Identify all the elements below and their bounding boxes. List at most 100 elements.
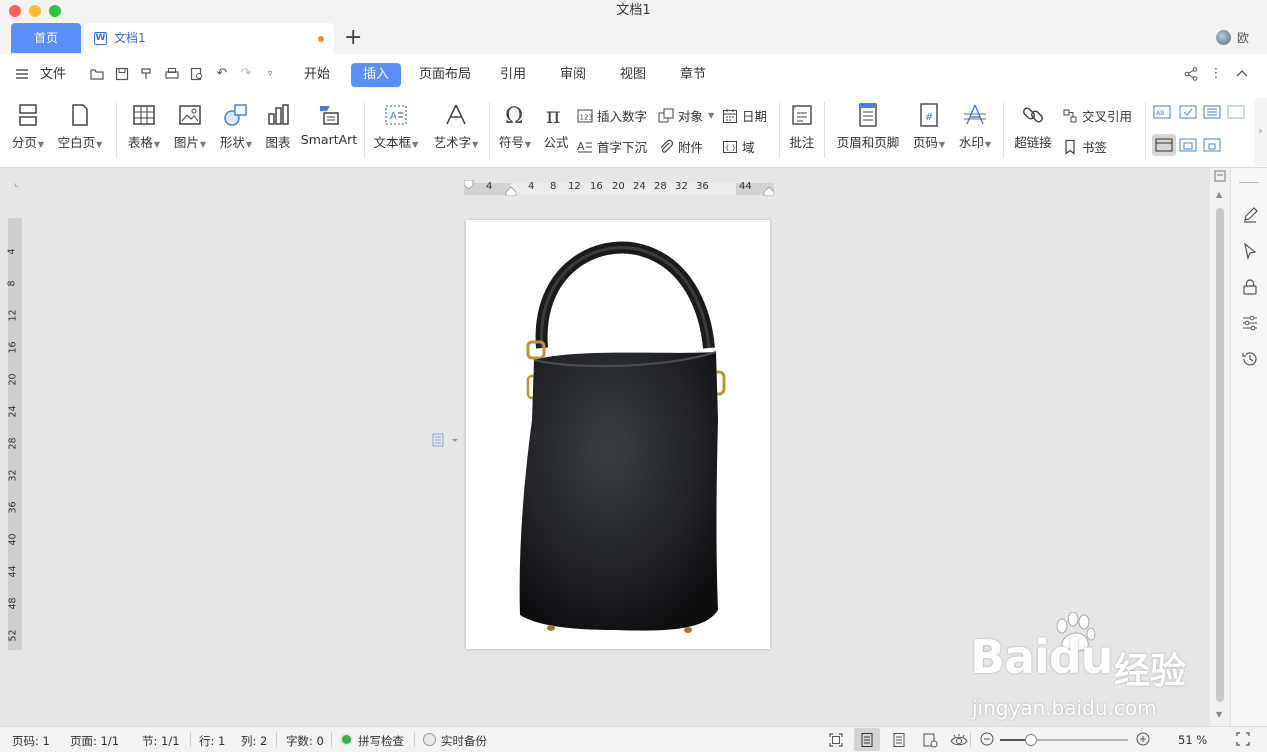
collapse-ribbon-icon[interactable] (1234, 66, 1250, 82)
ruler-tick: 24 (7, 405, 19, 418)
new-tab-button[interactable]: + (344, 24, 362, 52)
ruler-tick: 20 (612, 181, 625, 192)
zoom-window-button[interactable] (49, 5, 61, 17)
form-textfield-icon[interactable]: AB (1153, 104, 1171, 120)
table-button[interactable]: 表格▼ (124, 100, 164, 151)
panel-divider (1239, 182, 1259, 183)
comment-button[interactable]: * 批注 (786, 100, 818, 151)
blank-page-button[interactable]: 空白页▼ (54, 100, 106, 151)
lock-icon[interactable] (1241, 278, 1259, 296)
vertical-ruler[interactable]: 4 8 12 16 20 24 28 32 36 40 44 48 52 (7, 218, 22, 650)
minimize-window-button[interactable] (29, 5, 41, 17)
print-preview-icon[interactable] (189, 66, 205, 82)
zoom-slider[interactable] (1000, 734, 1128, 746)
hamburger-menu-icon[interactable] (14, 66, 30, 82)
pen-edit-icon[interactable] (1241, 206, 1259, 224)
ruler-corner-icon[interactable]: ⌞ (14, 178, 19, 189)
zoom-in-icon[interactable] (1136, 732, 1150, 746)
share-icon[interactable] (1183, 66, 1199, 82)
form-combo-selected[interactable] (1152, 134, 1176, 156)
outline-view-icon[interactable] (891, 732, 907, 748)
picture-button[interactable]: 图片▼ (170, 100, 210, 151)
scrollbar-thumb[interactable] (1216, 208, 1224, 702)
eye-protection-icon[interactable] (950, 732, 968, 748)
scroll-down-icon[interactable]: ▼ (1216, 710, 1222, 719)
status-column[interactable]: 列: 2 (241, 733, 267, 749)
symbol-button[interactable]: Ω 符号▼ (496, 100, 534, 151)
status-page-code[interactable]: 页码: 1 (12, 733, 50, 749)
watermark-button[interactable]: 水印▼ (955, 100, 995, 151)
page-number-button[interactable]: # 页码▼ (909, 100, 949, 151)
status-word-count[interactable]: 字数: 0 (286, 733, 324, 749)
backup-status-icon (423, 733, 436, 746)
sliders-settings-icon[interactable] (1241, 314, 1259, 332)
page-settings-icon[interactable] (1214, 170, 1226, 182)
dropcap-button[interactable]: A 首字下沉 (577, 137, 647, 156)
bookmark-button[interactable]: 书签 (1062, 137, 1107, 156)
shape-button[interactable]: 形状▼ (216, 100, 256, 151)
paragraph-options-icon[interactable] (432, 433, 460, 447)
smartart-button[interactable]: SmartArt (300, 100, 358, 147)
open-folder-icon[interactable] (89, 66, 105, 82)
form-lock-icon[interactable] (1203, 137, 1221, 153)
menu-review[interactable]: 审阅 (560, 63, 586, 87)
object-button[interactable]: 对象 ▼ (658, 106, 714, 125)
menu-start[interactable]: 开始 (304, 63, 330, 87)
form-date-icon[interactable] (1179, 137, 1197, 153)
zoom-slider-handle[interactable] (1025, 734, 1037, 746)
date-button[interactable]: 日期 (722, 106, 767, 125)
tab-home[interactable]: 首页 (11, 23, 81, 53)
menu-insert[interactable]: 插入 (351, 63, 402, 87)
status-row[interactable]: 行: 1 (199, 733, 225, 749)
web-view-icon[interactable] (922, 732, 938, 748)
menu-page-layout[interactable]: 页面布局 (419, 63, 471, 87)
insert-number-button[interactable]: 123 插入数字 (577, 106, 647, 125)
history-icon[interactable] (1241, 350, 1259, 368)
cursor-select-icon[interactable] (1241, 242, 1259, 260)
file-menu[interactable]: 文件 (40, 63, 66, 87)
insert-ribbon: 分页▼ 空白页▼ 表格▼ 图片▼ 形状▼ 图表 SmartArt A 文本框▼ … (0, 94, 1267, 168)
undo-icon[interactable]: ↶ (214, 66, 230, 82)
spell-check-toggle[interactable]: 拼写检查 (358, 733, 404, 749)
wordart-button[interactable]: 艺术字▼ (430, 100, 482, 151)
page-view-button[interactable] (854, 728, 880, 751)
field-button[interactable]: { } 域 (722, 137, 755, 156)
handbag-image[interactable] (466, 220, 770, 649)
field-icon: { } (723, 140, 737, 153)
print-icon[interactable] (164, 66, 180, 82)
document-page[interactable] (466, 220, 770, 649)
hyperlink-button[interactable]: 超链接 (1010, 100, 1056, 151)
menu-view[interactable]: 视图 (620, 63, 646, 87)
fullscreen-icon[interactable] (828, 732, 844, 748)
formula-button[interactable]: π 公式 (540, 100, 572, 151)
scroll-up-icon[interactable]: ▲ (1216, 190, 1222, 199)
zoom-out-icon[interactable] (980, 732, 994, 746)
tab-document[interactable]: W 文档1 (84, 23, 334, 54)
user-account[interactable]: 欧 (1215, 29, 1249, 46)
backup-toggle[interactable]: 实时备份 (441, 733, 487, 749)
menu-references[interactable]: 引用 (500, 63, 526, 87)
textbox-button[interactable]: A 文本框▼ (370, 100, 422, 151)
chart-button[interactable]: 图表 (262, 100, 294, 151)
close-window-button[interactable] (9, 5, 21, 17)
zoom-level[interactable]: 51 % (1178, 733, 1207, 747)
customize-toolbar-icon[interactable]: ▿ (262, 66, 278, 82)
ribbon-scroll-right-icon[interactable]: › (1254, 98, 1267, 166)
status-pages[interactable]: 页面: 1/1 (70, 733, 119, 749)
ruler-tick: 8 (550, 181, 557, 192)
cross-reference-button[interactable]: 交叉引用 (1062, 106, 1132, 125)
format-painter-icon[interactable] (139, 66, 155, 82)
fit-page-icon[interactable] (1236, 732, 1250, 746)
page-break-button[interactable]: 分页▼ (8, 100, 48, 151)
form-picture-icon[interactable] (1227, 104, 1245, 120)
redo-icon[interactable]: ↷ (238, 66, 254, 82)
save-icon[interactable] (114, 66, 130, 82)
status-section[interactable]: 节: 1/1 (142, 733, 180, 749)
menu-chapter[interactable]: 章节 (680, 63, 706, 87)
form-checkbox-icon[interactable] (1179, 104, 1197, 120)
more-options-icon[interactable]: ⋮ (1208, 66, 1224, 82)
attachment-button[interactable]: 附件 (658, 137, 703, 156)
vertical-scrollbar[interactable]: ▲ ▼ (1210, 168, 1230, 726)
form-list-icon[interactable] (1203, 104, 1221, 120)
header-footer-button[interactable]: 页眉和页脚 (833, 100, 903, 151)
